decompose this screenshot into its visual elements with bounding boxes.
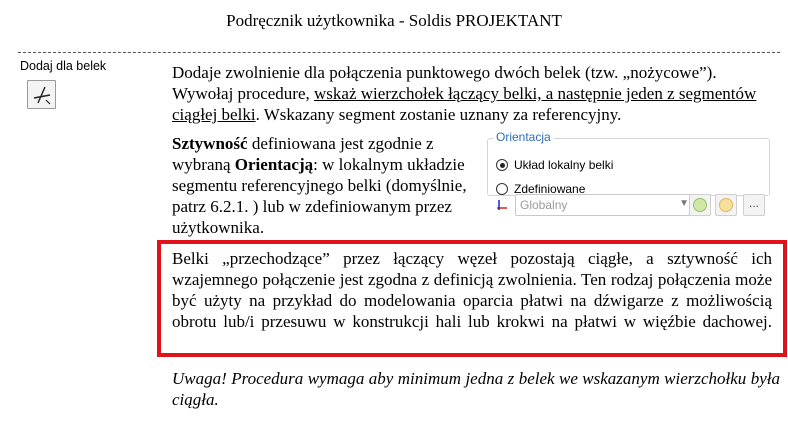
page-header: Podręcznik użytkownika - Soldis PROJEKTA… — [226, 11, 562, 30]
intro-text-end: . Wskazany segment zostanie uznany za re… — [255, 105, 622, 124]
pick-system-button[interactable] — [715, 194, 737, 216]
pick-icon — [719, 198, 733, 212]
orientation-term: Orientacją — [234, 155, 314, 174]
orientation-title: Orientacja — [493, 130, 554, 144]
coordinate-system-select[interactable]: Globalny ▼ — [515, 194, 695, 216]
radio-local-label: Układ lokalny belki — [514, 158, 614, 172]
radio-defined-indicator[interactable] — [496, 183, 508, 195]
note-paragraph: Uwaga! Procedura wymaga aby minimum jedn… — [172, 369, 780, 409]
chevron-down-icon: ▼ — [679, 198, 689, 209]
highlight-frame — [157, 240, 787, 357]
select-value: Globalny — [520, 198, 568, 212]
stiffness-term: Sztywność — [172, 134, 248, 153]
tool-label: Dodaj dla belek — [20, 59, 107, 73]
header-divider — [18, 52, 780, 53]
add-icon — [693, 198, 707, 212]
more-button[interactable]: ... — [743, 194, 765, 216]
radio-local-indicator[interactable] — [496, 159, 508, 171]
axes-icon — [497, 200, 507, 210]
stiffness-paragraph: Sztywność definiowana jest zgodnie z wyb… — [172, 133, 477, 238]
beam-release-icon — [33, 86, 51, 105]
orientation-panel: Układ lokalny belki Zdefiniowane Orienta… — [487, 130, 770, 222]
beam-release-button[interactable] — [27, 80, 56, 109]
radio-local-axes[interactable]: Układ lokalny belki — [496, 158, 613, 172]
intro-paragraph: Dodaje zwolnienie dla połączenia punktow… — [172, 62, 762, 125]
orientation-group: Układ lokalny belki Zdefiniowane — [487, 138, 770, 196]
add-system-button[interactable] — [689, 194, 711, 216]
